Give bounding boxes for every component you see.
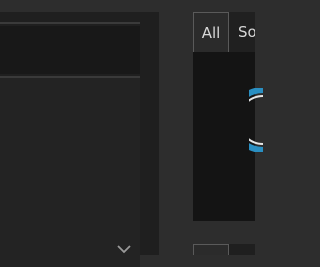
chevron-down-icon[interactable] [117,244,131,254]
ring-icon [249,88,263,152]
preview-area [193,52,255,221]
right-panel: All So [193,12,255,221]
list-area[interactable] [0,78,140,267]
tab-so[interactable]: So [229,12,255,52]
panel-header-divider [0,22,140,24]
text-input-area[interactable] [0,26,140,74]
tab-placeholder[interactable] [193,244,229,255]
left-panel [0,12,159,267]
right-bottom-panel [193,244,255,255]
tab-all[interactable]: All [193,12,229,52]
